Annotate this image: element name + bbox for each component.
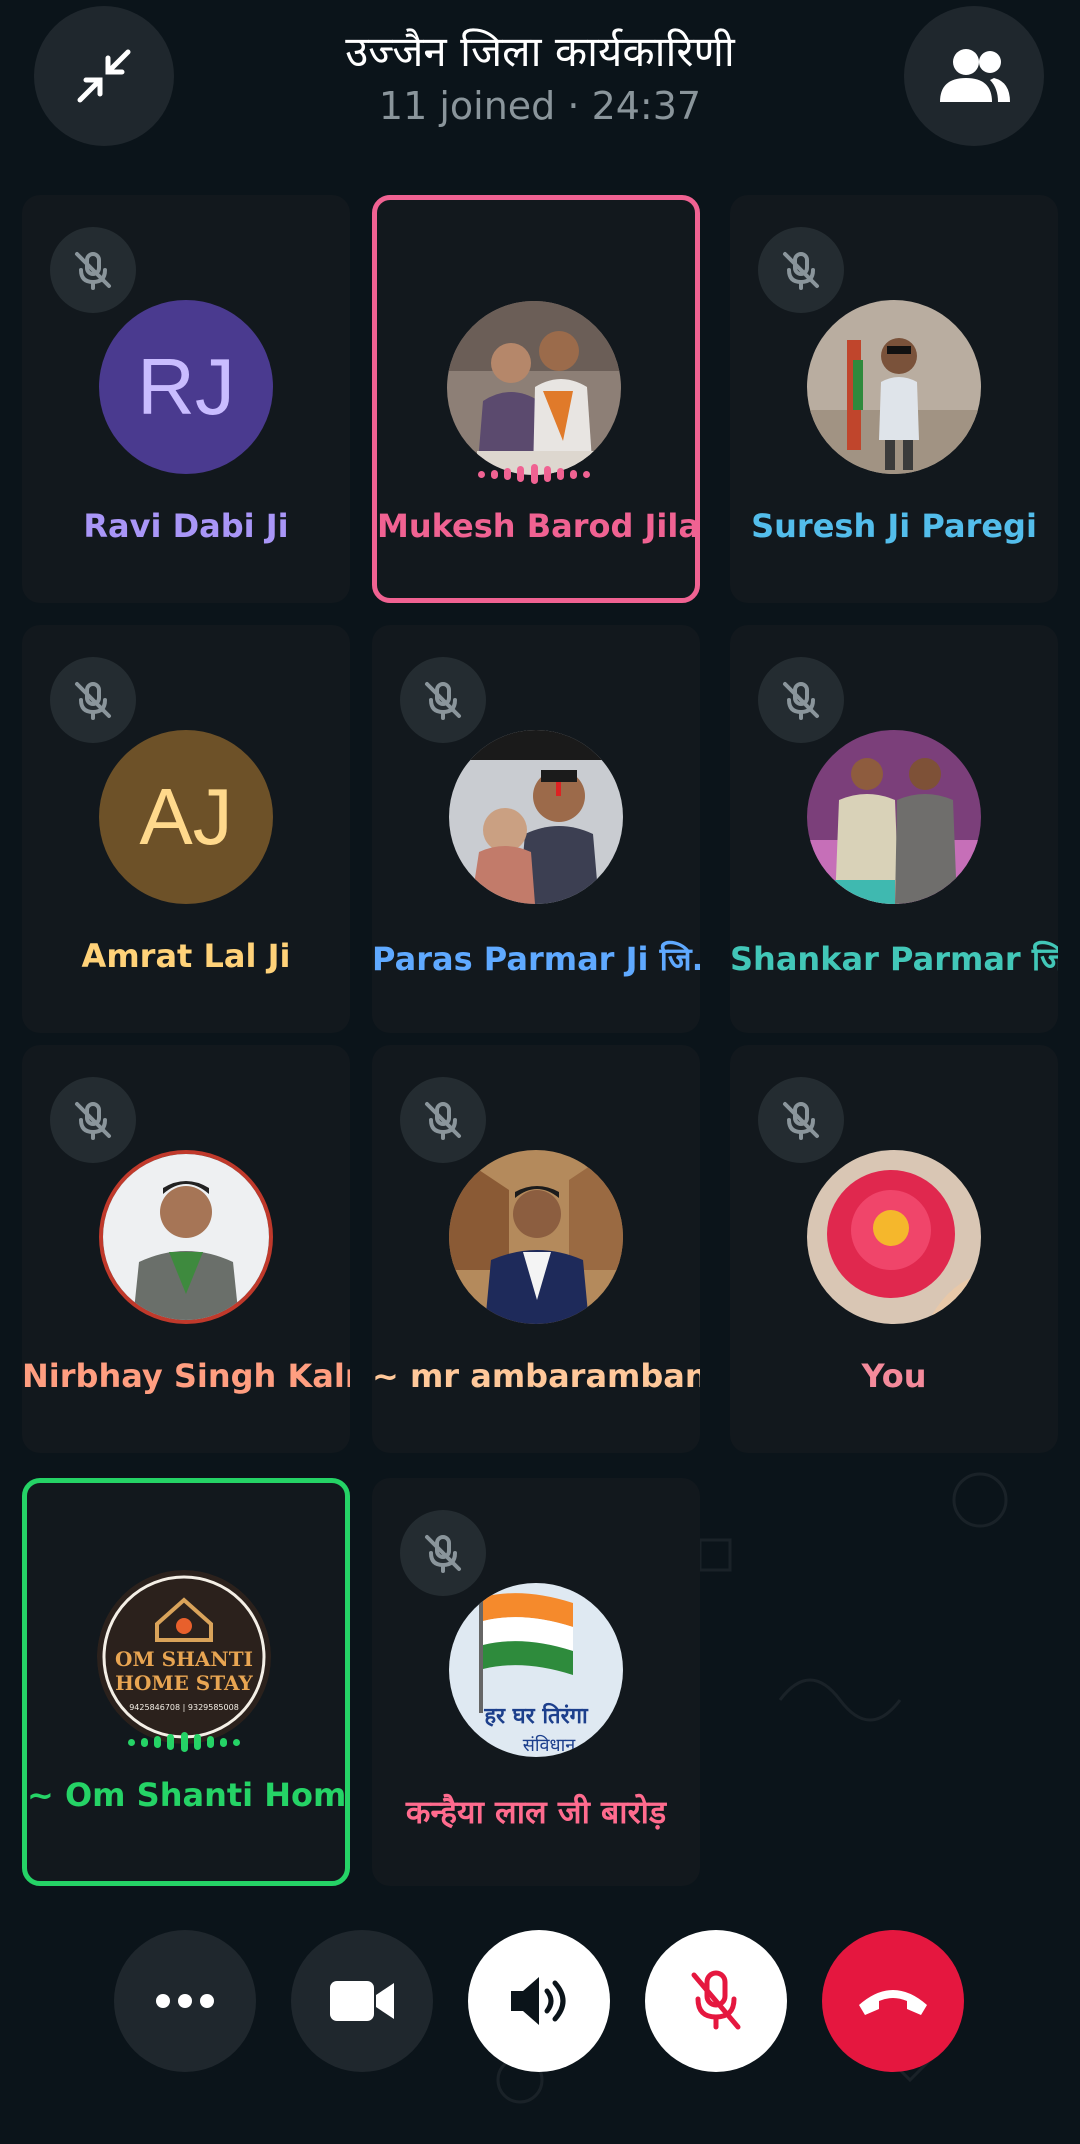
participant-tile-speaking[interactable]: Mukesh Barod Jila ... — [372, 195, 700, 603]
muted-badge — [758, 657, 844, 743]
speaking-indicator — [128, 1730, 240, 1754]
muted-badge — [400, 1077, 486, 1163]
mic-off-icon — [783, 252, 819, 290]
participant-name: Amrat Lal Ji — [81, 937, 291, 975]
muted-badge — [758, 1077, 844, 1163]
participant-name: कन्हैया लाल जी बारोड़ — [405, 1793, 667, 1831]
participant-tile[interactable]: Paras Parmar Ji जि... — [372, 625, 700, 1033]
speaker-button[interactable] — [468, 1930, 610, 2072]
muted-badge — [50, 657, 136, 743]
card-text-2: संविधान — [523, 1734, 577, 1756]
mic-off-icon — [691, 1970, 741, 2030]
logo-text-line1: OM SHANTI — [115, 1647, 253, 1671]
logo-text-line2: HOME STAY — [115, 1671, 253, 1695]
participant-tile[interactable]: Shankar Parmar जि... — [730, 625, 1058, 1033]
mic-off-icon — [75, 682, 111, 720]
people-icon — [940, 49, 1010, 102]
mic-off-icon — [783, 1102, 819, 1140]
participant-name: You — [861, 1357, 927, 1395]
avatar-photo — [449, 730, 623, 904]
mute-toggle-button[interactable] — [645, 1930, 787, 2072]
call-title: उज्जैन जिला कार्यकारिणी — [345, 27, 735, 76]
video-button[interactable] — [291, 1930, 433, 2072]
mic-off-icon — [425, 1535, 461, 1573]
end-call-button[interactable] — [822, 1930, 964, 2072]
muted-badge — [50, 227, 136, 313]
call-status: 11 joined · 24:37 — [200, 84, 880, 128]
mic-off-icon — [425, 1102, 461, 1140]
participant-name: Mukesh Barod Jila ... — [377, 507, 695, 545]
mic-off-icon — [75, 252, 111, 290]
participant-name: Shankar Parmar जि... — [730, 940, 1058, 978]
avatar-photo — [807, 1150, 981, 1324]
avatar-photo — [807, 730, 981, 904]
participant-tile[interactable]: Nirbhay Singh Kalm... — [22, 1045, 350, 1453]
avatar-photo — [449, 1150, 623, 1324]
participant-tile[interactable]: हर घर तिरंगा संविधान कन्हैया लाल जी बारो… — [372, 1478, 700, 1886]
participant-tile[interactable]: AJ Amrat Lal Ji — [22, 625, 350, 1033]
avatar: RJ — [99, 300, 273, 474]
more-button[interactable] — [114, 1930, 256, 2072]
logo-phones: 9425846708 | 9329585008 — [129, 1703, 239, 1712]
participant-name: Nirbhay Singh Kalm... — [22, 1357, 350, 1395]
avatar-photo — [447, 301, 621, 475]
video-camera-icon — [330, 1981, 394, 2021]
avatar-initials: RJ — [137, 342, 235, 431]
participant-tile[interactable]: RJ Ravi Dabi Ji — [22, 195, 350, 603]
status-separator: · — [567, 84, 580, 128]
more-icon — [156, 1994, 214, 2008]
collapse-icon — [77, 49, 131, 103]
call-header: उज्जैन जिला कार्यकारिणी 11 joined · 24:3… — [0, 0, 1080, 180]
speaker-icon — [511, 1977, 566, 2025]
call-duration: 24:37 — [591, 84, 702, 128]
avatar-photo — [807, 300, 981, 474]
participant-name: Suresh Ji Paregi — [751, 507, 1037, 545]
mic-off-icon — [75, 1102, 111, 1140]
card-text-1: हर घर तिरंगा — [483, 1702, 589, 1729]
end-call-icon — [859, 1990, 927, 2015]
participant-tile-self[interactable]: You — [730, 1045, 1058, 1453]
participant-tile[interactable]: ~ mr ambarambani... — [372, 1045, 700, 1453]
avatar: AJ — [99, 730, 273, 904]
call-controls — [0, 1930, 1080, 2075]
muted-badge — [50, 1077, 136, 1163]
avatar-logo: OM SHANTI HOME STAY 9425846708 | 9329585… — [97, 1570, 271, 1744]
muted-badge — [758, 227, 844, 313]
participant-name: Ravi Dabi Ji — [83, 507, 289, 545]
participant-name: ~ Om Shanti Home ... — [27, 1776, 345, 1814]
participants-button[interactable] — [904, 6, 1044, 146]
joined-count: 11 joined — [378, 84, 556, 128]
avatar-photo: हर घर तिरंगा संविधान — [449, 1583, 623, 1757]
muted-badge — [400, 1510, 486, 1596]
minimize-button[interactable] — [34, 6, 174, 146]
avatar-initials: AJ — [139, 772, 233, 861]
participant-name: Paras Parmar Ji जि... — [372, 940, 700, 978]
avatar-photo — [99, 1150, 273, 1324]
mic-off-icon — [425, 682, 461, 720]
participant-tile[interactable]: Suresh Ji Paregi — [730, 195, 1058, 603]
mic-off-icon — [783, 682, 819, 720]
participant-tile-speaking[interactable]: OM SHANTI HOME STAY 9425846708 | 9329585… — [22, 1478, 350, 1886]
participant-name: ~ mr ambarambani... — [372, 1357, 700, 1395]
speaking-indicator — [478, 462, 590, 486]
muted-badge — [400, 657, 486, 743]
